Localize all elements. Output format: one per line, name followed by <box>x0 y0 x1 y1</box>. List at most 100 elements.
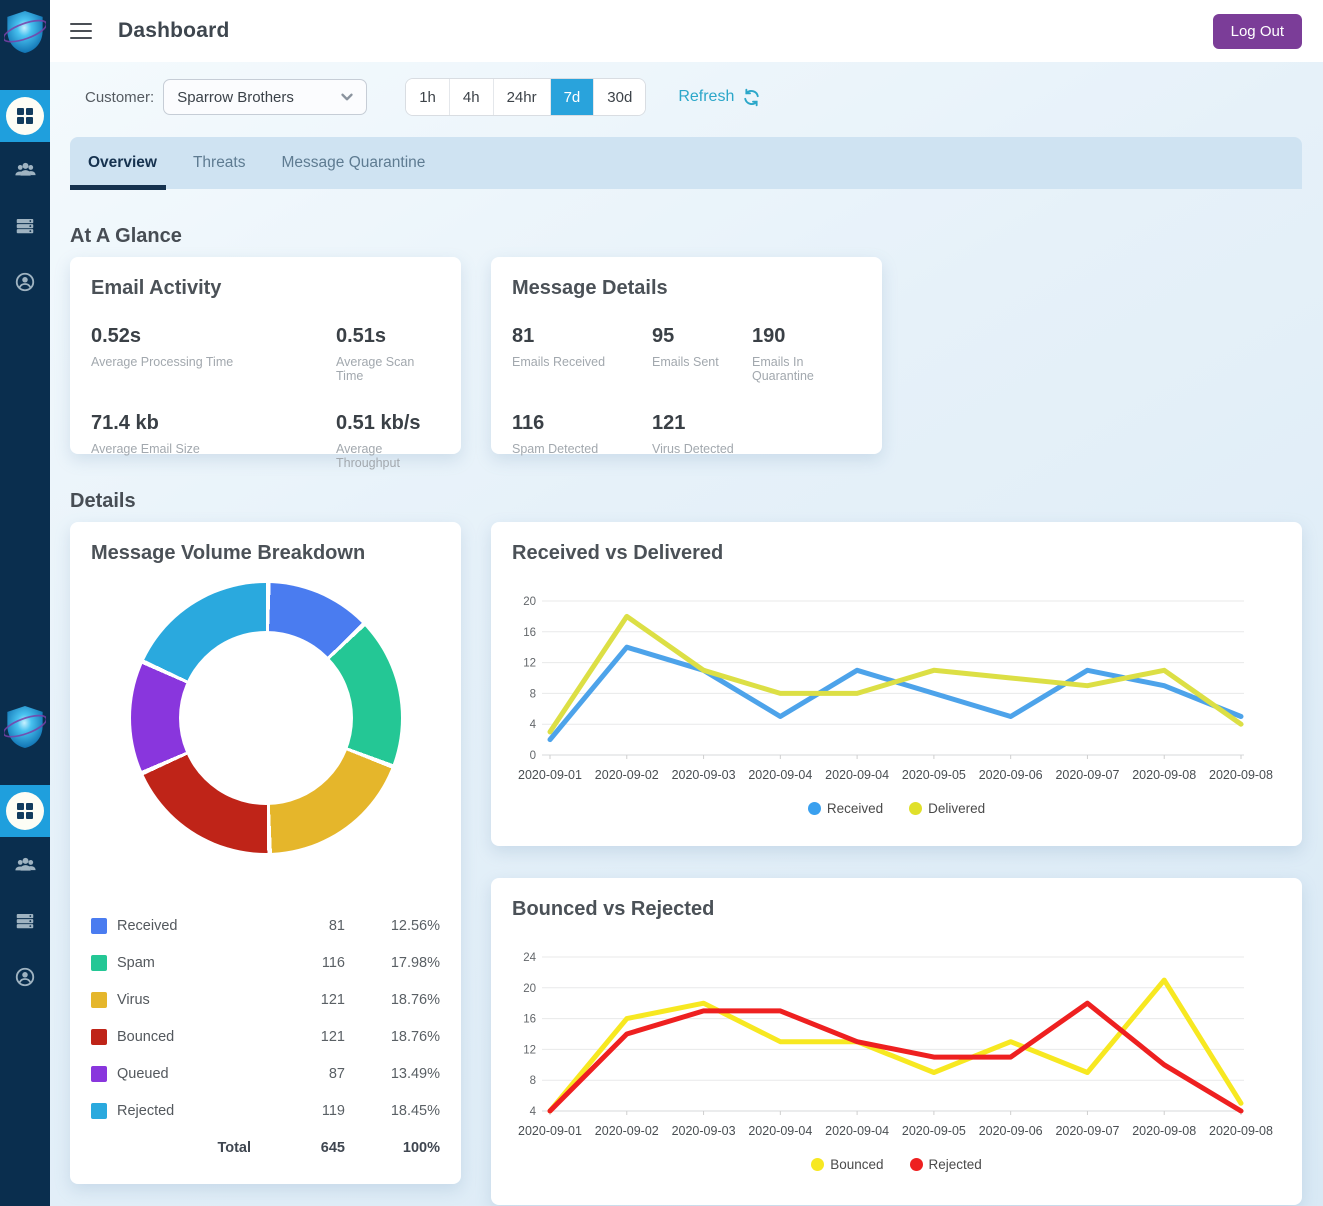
stat-label: Average Processing Time <box>91 355 336 369</box>
legend-swatch <box>91 1029 107 1045</box>
legend-row-spam: Spam11617.98% <box>91 944 440 981</box>
legend-percent: 12.56% <box>345 918 440 934</box>
legend-label: Spam <box>117 955 265 971</box>
tab-message-quarantine[interactable]: Message Quarantine <box>282 154 426 172</box>
svg-text:2020-09-02: 2020-09-02 <box>595 1124 659 1138</box>
hamburger-icon[interactable] <box>70 23 92 39</box>
sidebar-item-servers[interactable] <box>0 893 50 949</box>
received-vs-delivered-legend: ReceivedDelivered <box>512 801 1281 816</box>
svg-text:20: 20 <box>523 596 536 608</box>
svg-text:2020-09-06: 2020-09-06 <box>979 1124 1043 1138</box>
svg-text:2020-09-04: 2020-09-04 <box>825 768 889 782</box>
stat: 0.51 kb/sAverage Throughput <box>336 412 440 470</box>
legend-label: Rejected <box>117 1103 265 1119</box>
refresh-button[interactable]: Refresh <box>678 88 761 107</box>
legend-percent: 18.76% <box>345 992 440 1008</box>
legend-label: Queued <box>117 1066 265 1082</box>
legend-swatch <box>91 1066 107 1082</box>
range-button-4h[interactable]: 4h <box>450 79 494 115</box>
legend-total-row: Total645100% <box>91 1129 440 1166</box>
range-button-30d[interactable]: 30d <box>594 79 645 115</box>
svg-text:8: 8 <box>530 688 536 700</box>
svg-text:2020-09-01: 2020-09-01 <box>518 1124 582 1138</box>
logout-button[interactable]: Log Out <box>1213 14 1302 49</box>
svg-text:2020-09-04: 2020-09-04 <box>748 1124 812 1138</box>
range-button-1h[interactable]: 1h <box>406 79 450 115</box>
range-button-24hr[interactable]: 24hr <box>494 79 551 115</box>
message-volume-donut-chart <box>131 583 401 853</box>
svg-text:2020-09-05: 2020-09-05 <box>902 768 966 782</box>
tab-threats[interactable]: Threats <box>193 154 246 172</box>
svg-text:2020-09-08: 2020-09-08 <box>1209 768 1273 782</box>
delivered-line <box>550 616 1241 732</box>
shield-logo <box>4 704 46 750</box>
sidebar-item-users[interactable] <box>0 142 50 198</box>
legend-value: 87 <box>265 1066 345 1082</box>
legend-label: Virus <box>117 992 265 1008</box>
refresh-icon <box>742 88 761 107</box>
refresh-label: Refresh <box>678 88 734 106</box>
stat-label: Average Email Size <box>91 442 336 456</box>
stat: 0.52sAverage Processing Time <box>91 325 336 383</box>
sidebar-item-dashboard[interactable] <box>0 90 50 142</box>
users-icon <box>14 854 37 877</box>
svg-text:2020-09-08: 2020-09-08 <box>1132 1124 1196 1138</box>
svg-text:16: 16 <box>523 1014 536 1026</box>
svg-text:2020-09-08: 2020-09-08 <box>1132 768 1196 782</box>
legend-percent: 13.49% <box>345 1066 440 1082</box>
email-activity-title: Email Activity <box>91 277 440 300</box>
legend-swatch <box>91 992 107 1008</box>
total-percent: 100% <box>345 1140 440 1156</box>
stat-label: Emails Sent <box>652 355 752 369</box>
stat-value: 81 <box>512 325 652 348</box>
stat-value: 116 <box>512 412 652 435</box>
app-logo <box>0 695 50 751</box>
message-volume-breakdown-title: Message Volume Breakdown <box>91 542 440 565</box>
app-logo <box>0 0 50 56</box>
legend-row-bounced: Bounced12118.76% <box>91 1018 440 1055</box>
sidebar-item-dashboard[interactable] <box>0 785 50 837</box>
shield-logo <box>4 9 46 55</box>
stat-value: 95 <box>652 325 752 348</box>
stat-label: Average Scan Time <box>336 355 440 383</box>
message-details-card: Message Details 81Emails Received95Email… <box>491 257 882 454</box>
svg-text:8: 8 <box>530 1075 536 1087</box>
legend-dot <box>811 1158 824 1171</box>
legend-text: Rejected <box>929 1157 982 1172</box>
sidebar-item-servers[interactable] <box>0 198 50 254</box>
legend-dot <box>909 802 922 815</box>
svg-text:2020-09-03: 2020-09-03 <box>672 768 736 782</box>
legend-percent: 17.98% <box>345 955 440 971</box>
server-icon <box>14 215 36 237</box>
legend-row-virus: Virus12118.76% <box>91 981 440 1018</box>
legend-item-delivered: Delivered <box>909 801 985 816</box>
range-button-7d[interactable]: 7d <box>551 79 595 115</box>
legend-label: Bounced <box>117 1029 265 1045</box>
legend-value: 121 <box>265 1029 345 1045</box>
svg-text:2020-09-02: 2020-09-02 <box>595 768 659 782</box>
legend-label: Received <box>117 918 265 934</box>
legend-dot <box>910 1158 923 1171</box>
svg-text:12: 12 <box>523 658 536 670</box>
tab-bar: Overview Threats Message Quarantine <box>70 137 1302 189</box>
section-heading-at-a-glance: At A Glance <box>70 225 1302 248</box>
svg-text:4: 4 <box>530 719 537 731</box>
received-vs-delivered-chart: 0481216202020-09-012020-09-022020-09-032… <box>512 567 1281 801</box>
main-content: Customer: Sparrow Brothers 1h4h24hr7d30d… <box>50 62 1323 1206</box>
sidebar-item-account[interactable] <box>0 254 50 310</box>
email-activity-card: Email Activity 0.52sAverage Processing T… <box>70 257 461 454</box>
stat-label: Emails In Quarantine <box>752 355 861 383</box>
sidebar-item-users[interactable] <box>0 837 50 893</box>
stat: 71.4 kbAverage Email Size <box>91 412 336 470</box>
total-label: Total <box>91 1140 265 1156</box>
bounced-vs-rejected-card: Bounced vs Rejected 48121620242020-09-01… <box>491 878 1302 1205</box>
chevron-down-icon <box>338 88 356 106</box>
customer-select[interactable]: Sparrow Brothers <box>163 79 367 115</box>
svg-text:12: 12 <box>523 1044 536 1056</box>
sidebar-item-account[interactable] <box>0 949 50 1005</box>
svg-text:0: 0 <box>530 750 536 762</box>
legend-text: Bounced <box>830 1157 883 1172</box>
legend-swatch <box>91 955 107 971</box>
stat: 121Virus Detected <box>652 412 752 456</box>
tab-overview[interactable]: Overview <box>88 154 157 172</box>
